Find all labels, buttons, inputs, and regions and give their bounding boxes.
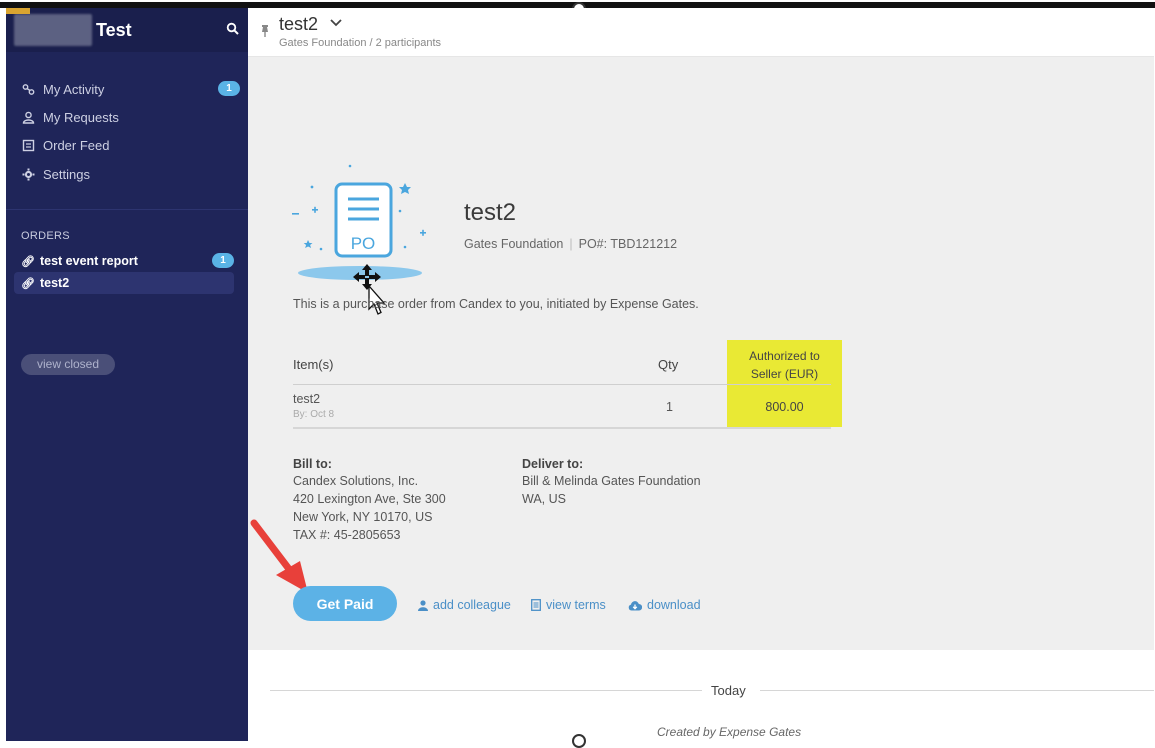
sidebar: Test My Activity 1 My Requests Order Fee… [6,8,248,741]
table-header-divider [293,384,831,385]
column-header-qty: Qty [658,357,679,372]
conversation-header: test2 Gates Foundation / 2 participants [248,8,1154,57]
red-arrow-annotation [250,519,308,593]
deliver-to-label: Deliver to: [522,457,584,471]
gear-icon [20,166,36,182]
po-icon-text: PO [351,234,376,253]
bill-to-line: 420 Lexington Ave, Ste 300 [293,492,446,506]
column-header-authorized-line2: Seller (EUR) [750,367,819,381]
status-badge [6,8,30,14]
person-icon [418,599,428,611]
workspace-name: Test [96,20,132,40]
activity-icon [20,81,36,97]
sidebar-divider [6,209,248,210]
sidebar-item-settings[interactable]: Settings [20,163,240,185]
deliver-to-line: WA, US [522,492,566,506]
po-meta: Gates Foundation | PO#: TBD121212 [464,237,677,251]
row-item-name: test2 [293,392,321,406]
bill-to-label: Bill to: [293,457,332,471]
po-title: test2 [464,199,517,226]
participants-subtitle[interactable]: Gates Foundation / 2 participants [279,37,441,49]
column-header-items: Item(s) [293,357,334,372]
order-label: test event report [39,254,138,268]
deliver-to-line: Bill & Melinda Gates Foundation [522,474,701,488]
sidebar-item-my-activity[interactable]: My Activity 1 [20,78,240,100]
date-divider-label: Today [711,683,746,698]
sidebar-header: Test [6,8,248,52]
order-item-test2[interactable]: 🔗︎ test2 [14,272,234,294]
link-icon: 🔗︎ [21,277,35,290]
view-terms-link[interactable]: view terms [531,598,606,612]
resize-handle-bottom[interactable] [572,734,586,748]
bill-to-line: Candex Solutions, Inc. [293,474,419,488]
column-header-authorized: Authorized to Seller (EUR) [727,347,842,383]
page-title[interactable]: test2 [279,14,318,35]
order-item-test-event-report[interactable]: 🔗︎ test event report 1 [14,250,234,272]
chevron-down-icon[interactable] [330,19,342,27]
add-colleague-link[interactable]: add colleague [418,598,511,612]
table-bottom-divider [293,427,831,429]
activity-feed: Today Created by Expense Gates [248,650,1154,741]
sidebar-item-order-feed[interactable]: Order Feed [20,134,240,156]
po-description: This is a purchase order from Candex to … [293,297,699,311]
row-qty: 1 [666,400,673,414]
sidebar-item-label: My Requests [43,109,119,125]
add-colleague-label: add colleague [433,598,511,612]
feed-entry-created: Created by Expense Gates [657,725,802,739]
link-icon: 🔗︎ [21,255,35,268]
download-label: download [647,598,701,612]
search-icon[interactable] [226,22,240,36]
cloud-download-icon [628,600,642,611]
meta-separator: | [569,237,573,251]
date-divider-line [760,690,1154,691]
view-closed-button[interactable]: view closed [21,354,115,375]
get-paid-button[interactable]: Get Paid [293,586,397,621]
sidebar-item-label: Settings [43,166,90,182]
app-window: Test My Activity 1 My Requests Order Fee… [6,8,1154,741]
orders-heading: ORDERS [21,230,70,242]
sidebar-item-my-requests[interactable]: My Requests [20,106,240,128]
sidebar-item-label: My Activity [43,81,105,97]
date-divider-line [270,690,702,691]
row-amount: 800.00 [765,400,804,414]
row-item-due: By: Oct 8 [293,409,335,420]
activity-count-badge: 1 [218,81,240,96]
order-count-badge: 1 [212,253,234,268]
workspace-logo [14,14,92,46]
po-number: PO#: TBD121212 [578,237,678,251]
view-terms-label: view terms [546,598,606,612]
order-label: test2 [39,276,70,290]
download-link[interactable]: download [628,598,701,612]
pin-icon[interactable] [260,24,270,38]
user-icon [20,109,36,125]
feed-icon [20,137,36,153]
document-icon [531,599,541,611]
po-company: Gates Foundation [464,237,564,251]
column-header-authorized-line1: Authorized to [749,349,820,363]
purchase-order-panel: PO test2 Gates Foundation | PO#: TBD1212… [248,57,1154,650]
sidebar-item-label: Order Feed [43,137,110,153]
